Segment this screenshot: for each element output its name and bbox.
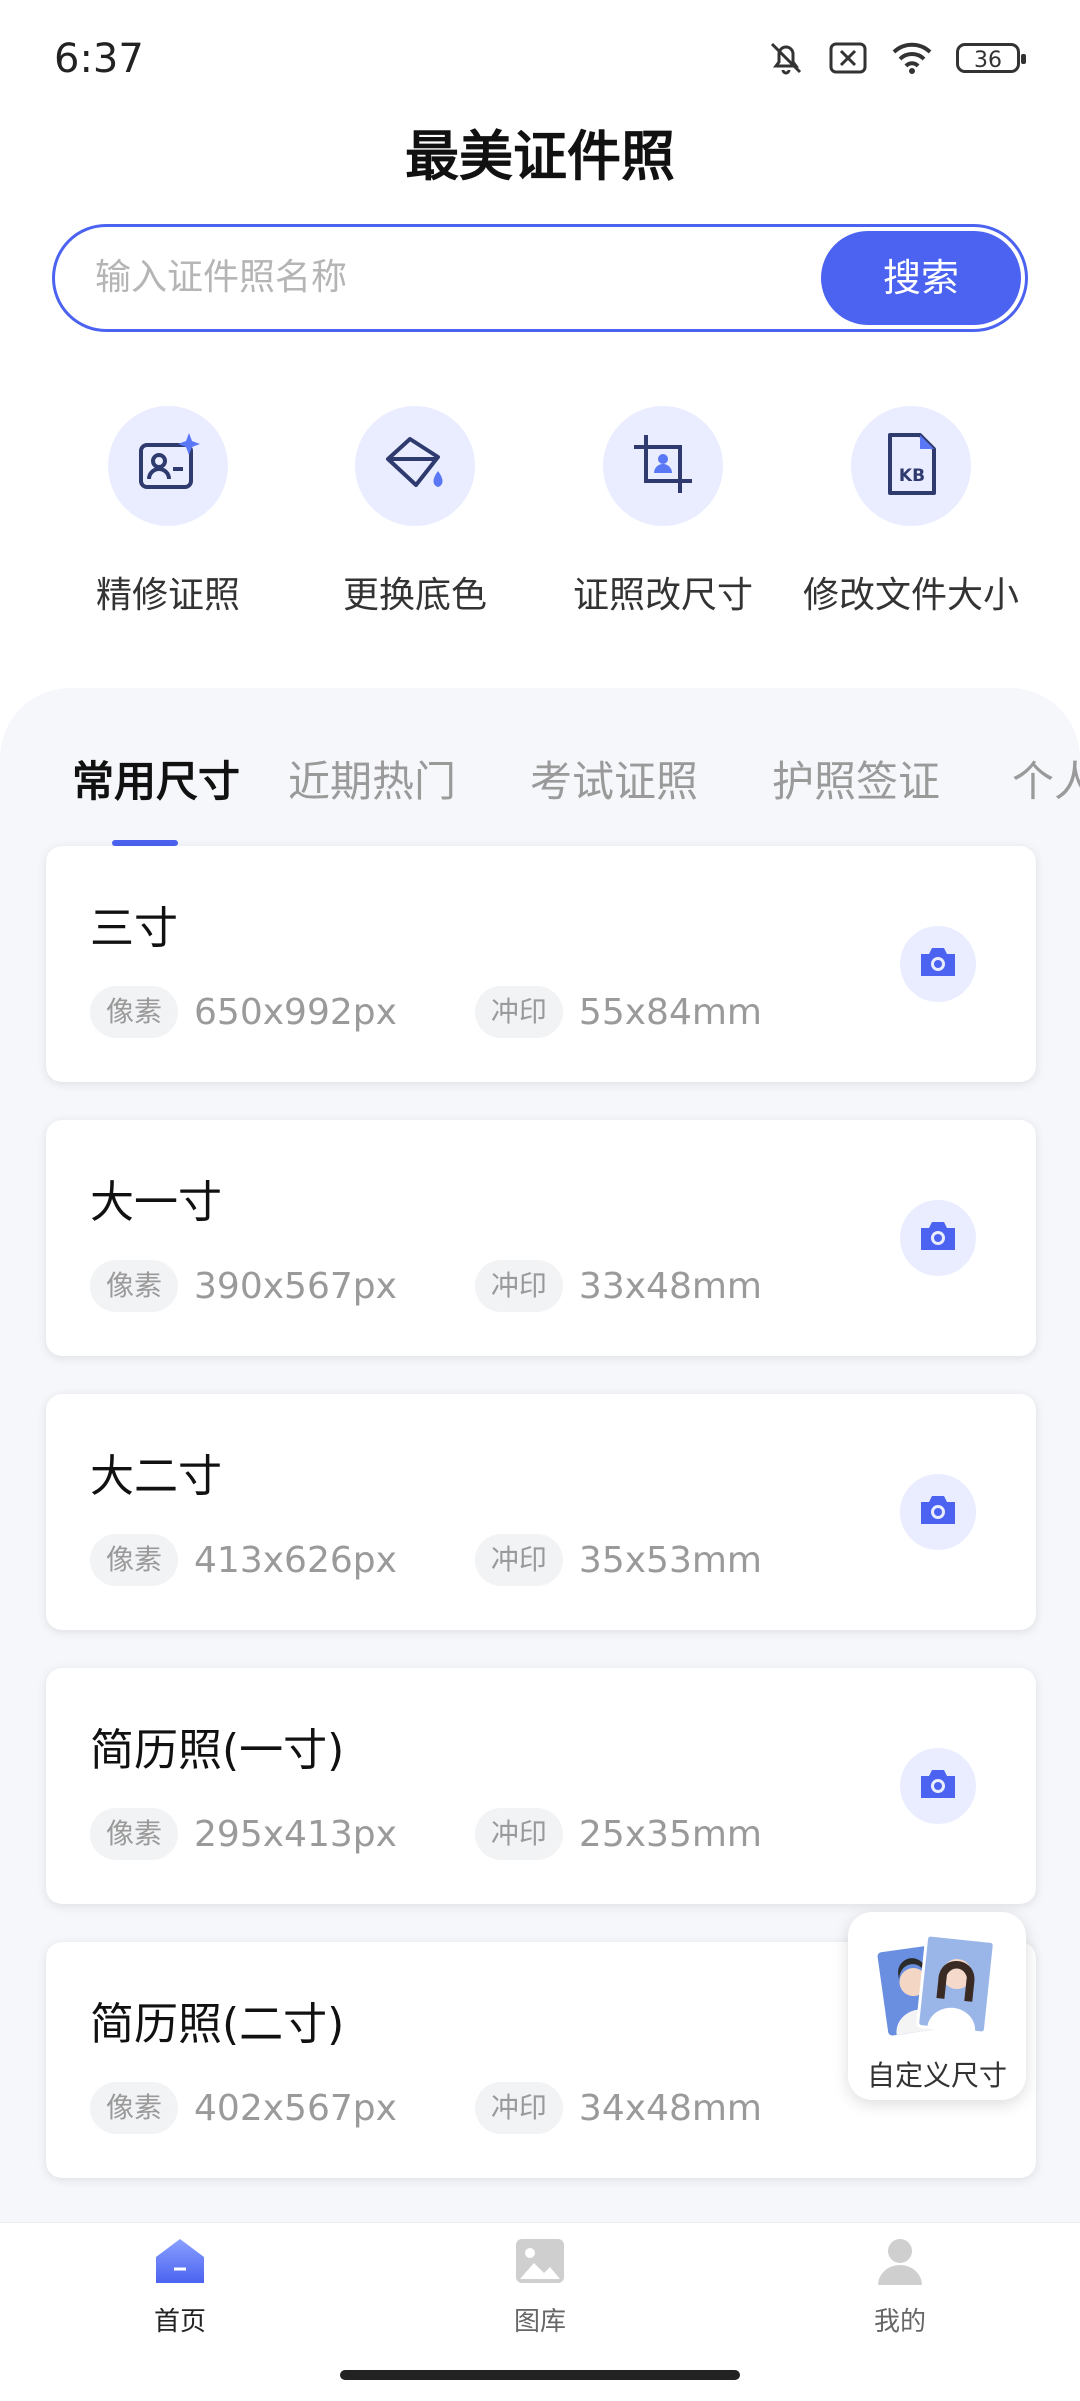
battery-icon: 36 xyxy=(956,43,1026,73)
page-title: 最美证件照 xyxy=(405,125,675,188)
pixel-value: 413x626px xyxy=(194,1539,397,1581)
category-tabs: 常用尺寸 近期热门 考试证照 护照签证 个人 xyxy=(0,748,1080,838)
size-name: 简历照(二寸) xyxy=(90,1999,345,2050)
custom-size-button[interactable]: 自定义尺寸 xyxy=(848,1912,1026,2100)
pixel-value: 295x413px xyxy=(194,1813,397,1855)
camera-icon xyxy=(918,1219,958,1257)
tool-circle xyxy=(355,406,475,526)
status-bar: 6:37 36 xyxy=(0,0,1080,120)
tool-change-background[interactable]: 更换底色 xyxy=(290,406,540,618)
camera-button[interactable] xyxy=(900,1200,976,1276)
tab-common-sizes[interactable]: 常用尺寸 xyxy=(72,748,240,809)
tool-circle: KB xyxy=(851,406,971,526)
camera-icon xyxy=(918,1767,958,1805)
status-time: 6:37 xyxy=(54,36,144,82)
size-name: 大二寸 xyxy=(90,1451,222,1502)
wifi-icon xyxy=(890,40,934,76)
home-icon xyxy=(152,2239,208,2293)
custom-size-label: 自定义尺寸 xyxy=(866,2059,1007,2092)
camera-button[interactable] xyxy=(900,1474,976,1550)
tab-passport-visa[interactable]: 护照签证 xyxy=(772,748,940,809)
print-label: 冲印 xyxy=(474,2082,563,2134)
nav-label: 我的 xyxy=(873,2307,926,2337)
camera-icon xyxy=(918,1493,958,1531)
tool-file-size[interactable]: KB 修改文件大小 xyxy=(786,406,1036,618)
size-card[interactable]: 三寸 像素 650x992px 冲印 55x84mm xyxy=(46,846,1036,1082)
sim-blocked-icon xyxy=(828,40,868,76)
tool-resize[interactable]: 证照改尺寸 xyxy=(538,406,788,618)
size-meta: 像素 402x567px 冲印 34x48mm xyxy=(90,2082,762,2134)
nav-home[interactable]: 首页 xyxy=(80,2233,280,2338)
home-indicator xyxy=(340,2370,740,2380)
size-meta: 像素 295x413px 冲印 25x35mm xyxy=(90,1808,762,1860)
print-value: 34x48mm xyxy=(578,2087,762,2129)
print-value: 35x53mm xyxy=(578,1539,762,1581)
pixel-value: 650x992px xyxy=(194,991,397,1033)
portrait-photos-icon xyxy=(874,1926,1000,2050)
pixel-label: 像素 xyxy=(90,1534,179,1586)
pixel-label: 像素 xyxy=(90,1808,179,1860)
tab-recent-hot[interactable]: 近期热门 xyxy=(288,748,456,809)
status-icons: 36 xyxy=(766,38,1026,78)
nav-profile[interactable]: 我的 xyxy=(800,2233,1000,2338)
profile-icon xyxy=(872,2239,928,2293)
tool-shortcuts: 精修证照 更换底色 证照改尺寸 KB 修改文件大小 xyxy=(0,406,1080,626)
tool-circle xyxy=(603,406,723,526)
print-label: 冲印 xyxy=(474,1534,563,1586)
pixel-value: 402x567px xyxy=(194,2087,397,2129)
size-meta: 像素 413x626px 冲印 35x53mm xyxy=(90,1534,762,1586)
search-input[interactable]: 输入证件照名称 xyxy=(95,227,347,329)
pixel-label: 像素 xyxy=(90,2082,179,2134)
size-meta: 像素 390x567px 冲印 33x48mm xyxy=(90,1260,762,1312)
size-meta: 像素 650x992px 冲印 55x84mm xyxy=(90,986,762,1038)
size-name: 简历照(一寸) xyxy=(90,1725,345,1776)
nav-label: 图库 xyxy=(513,2307,566,2337)
svg-text:KB: KB xyxy=(899,466,925,486)
size-name: 大一寸 xyxy=(90,1177,222,1228)
search-bar: 输入证件照名称 搜索 xyxy=(52,224,1028,332)
tab-exam-photos[interactable]: 考试证照 xyxy=(530,748,698,809)
print-value: 33x48mm xyxy=(578,1265,762,1307)
size-card[interactable]: 简历照(一寸) 像素 295x413px 冲印 25x35mm xyxy=(46,1668,1036,1904)
portrait-retouch-icon xyxy=(133,429,203,503)
camera-button[interactable] xyxy=(900,1748,976,1824)
print-value: 25x35mm xyxy=(578,1813,762,1855)
tab-personal[interactable]: 个人 xyxy=(1012,748,1080,809)
pixel-value: 390x567px xyxy=(194,1265,397,1307)
tool-retouch[interactable]: 精修证照 xyxy=(43,406,293,618)
gallery-icon xyxy=(512,2239,568,2293)
tool-label: 修改文件大小 xyxy=(802,575,1019,616)
tool-label: 精修证照 xyxy=(95,575,240,616)
search-button[interactable]: 搜索 xyxy=(821,231,1021,325)
tool-label: 证照改尺寸 xyxy=(572,575,753,616)
print-label: 冲印 xyxy=(474,1808,563,1860)
kb-file-icon: KB xyxy=(876,429,946,503)
nav-label: 首页 xyxy=(153,2307,206,2337)
tool-label: 更换底色 xyxy=(342,575,487,616)
crop-icon xyxy=(628,429,698,503)
camera-button[interactable] xyxy=(900,926,976,1002)
pixel-label: 像素 xyxy=(90,986,179,1038)
mute-bell-icon xyxy=(766,38,806,78)
print-label: 冲印 xyxy=(474,1260,563,1312)
size-name: 三寸 xyxy=(90,903,178,954)
pixel-label: 像素 xyxy=(90,1260,179,1312)
paint-bucket-icon xyxy=(380,429,450,503)
size-card[interactable]: 大二寸 像素 413x626px 冲印 35x53mm xyxy=(46,1394,1036,1630)
print-value: 55x84mm xyxy=(578,991,762,1033)
camera-icon xyxy=(918,945,958,983)
nav-gallery[interactable]: 图库 xyxy=(440,2233,640,2338)
print-label: 冲印 xyxy=(474,986,563,1038)
size-card[interactable]: 大一寸 像素 390x567px 冲印 33x48mm xyxy=(46,1120,1036,1356)
tool-circle xyxy=(108,406,228,526)
